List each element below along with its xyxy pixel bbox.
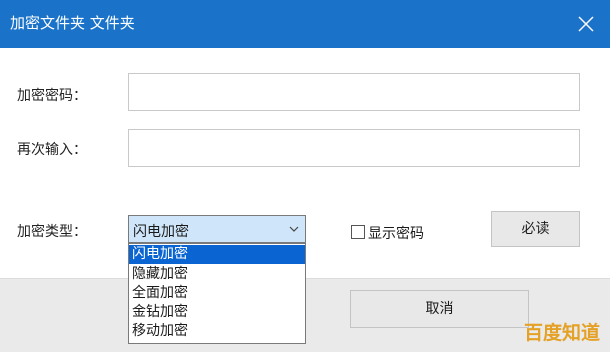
show-password-label: 显示密码 — [368, 226, 424, 242]
close-icon — [578, 16, 594, 32]
confirm-password-label: 再次输入： — [17, 142, 87, 158]
title-bar[interactable]: 加密文件夹 文件夹 — [0, 0, 610, 48]
encryption-type-value: 闪电加密 — [133, 224, 189, 240]
confirm-password-input[interactable] — [128, 129, 580, 167]
cancel-button[interactable]: 取消 — [350, 290, 529, 328]
watermark-logo: 百度知道 — [524, 322, 601, 344]
dropdown-option-diamond[interactable]: 金钻加密 — [129, 303, 305, 322]
encryption-type-dropdown[interactable]: 闪电加密 隐藏加密 全面加密 金钻加密 移动加密 — [128, 243, 306, 344]
encryption-type-select[interactable]: 闪电加密 — [128, 215, 306, 243]
dropdown-option-lightning[interactable]: 闪电加密 — [129, 245, 305, 264]
checkbox-box[interactable] — [351, 225, 365, 239]
password-input[interactable] — [128, 73, 580, 111]
encryption-type-label: 加密类型： — [17, 224, 87, 240]
dropdown-option-mobile[interactable]: 移动加密 — [129, 322, 305, 341]
chevron-down-icon — [289, 226, 299, 232]
dropdown-option-full[interactable]: 全面加密 — [129, 284, 305, 303]
password-label: 加密密码： — [17, 88, 87, 104]
must-read-button[interactable]: 必读 — [491, 211, 580, 247]
close-button[interactable] — [570, 8, 602, 40]
window-title: 加密文件夹 文件夹 — [10, 14, 135, 32]
dropdown-option-hidden[interactable]: 隐藏加密 — [129, 265, 305, 284]
